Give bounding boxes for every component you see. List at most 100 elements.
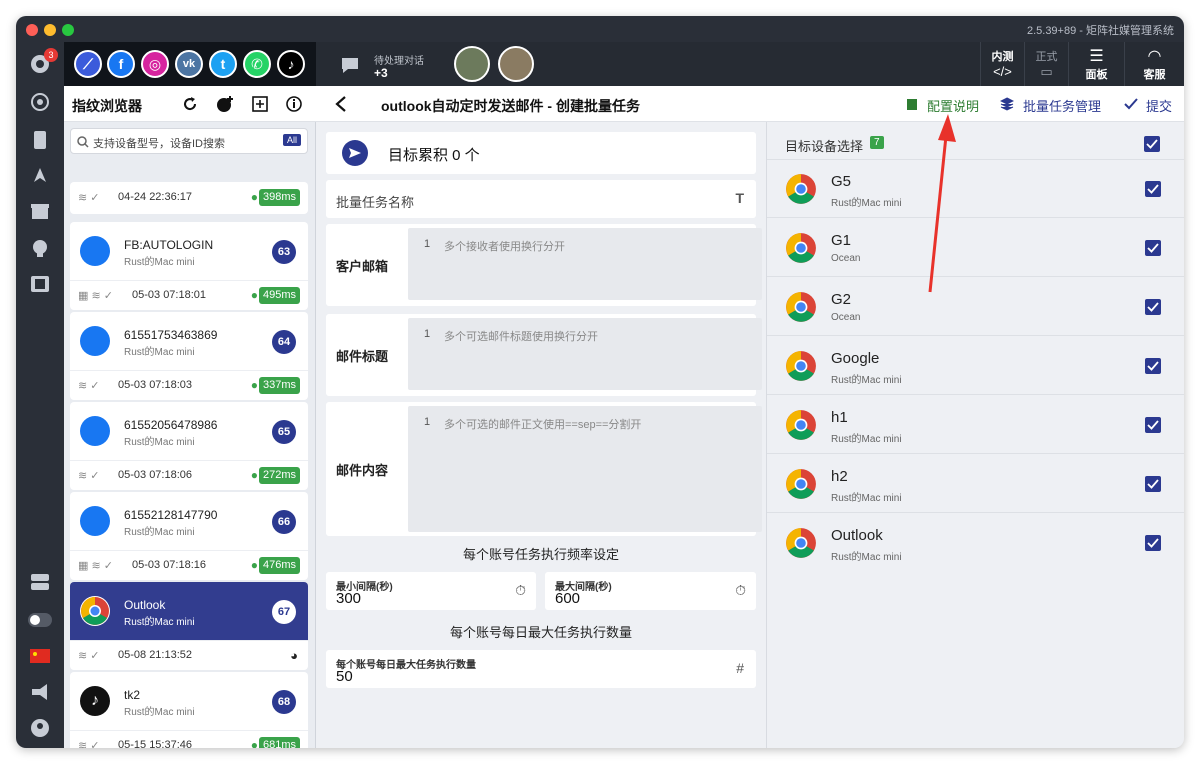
contact-avatar-1[interactable] bbox=[454, 46, 490, 82]
device-name: G2 bbox=[831, 291, 852, 308]
device-owner: Rust的Mac mini bbox=[831, 198, 902, 209]
official-button[interactable]: 正式 ▭ bbox=[1024, 42, 1068, 86]
device-sidebar: 指纹浏览器 支持设备型号，设备ID搜索 All ≋ ✓ 04-24 22:36:… bbox=[64, 86, 316, 748]
device-row[interactable]: Google Rust的Mac mini bbox=[767, 337, 1184, 395]
device-name: Outlook bbox=[831, 527, 883, 544]
target-count: 目标累积 0 个 bbox=[388, 147, 480, 164]
film-icon[interactable] bbox=[28, 272, 52, 296]
brain-icon[interactable] bbox=[28, 236, 52, 260]
user-icon[interactable] bbox=[28, 716, 52, 740]
bluesky-icon[interactable]: ⟋ bbox=[74, 50, 102, 78]
device-card[interactable]: 61552128147790 Rust的Mac mini 66 ▦ ≋ ✓ 05… bbox=[70, 492, 308, 580]
contact-avatar-2[interactable] bbox=[498, 46, 534, 82]
min-interval-field[interactable]: 最小间隔(秒) 300 ⏱ bbox=[326, 572, 536, 610]
select-all-checkbox[interactable] bbox=[1144, 136, 1160, 152]
chrome-icon bbox=[786, 174, 816, 204]
chrome-icon bbox=[786, 233, 816, 263]
browser-icon[interactable] bbox=[28, 90, 52, 114]
filter-all-badge[interactable]: All bbox=[282, 134, 301, 146]
card-owner: Rust的Mac mini bbox=[124, 617, 195, 628]
store-icon[interactable] bbox=[28, 200, 52, 224]
search-placeholder: 支持设备型号，设备ID搜索 bbox=[93, 138, 225, 150]
support-button[interactable]: ◠ 客服 bbox=[1124, 42, 1184, 86]
device-card-selected[interactable]: Outlook Rust的Mac mini 67 ≋ ✓ 05-08 21:13… bbox=[70, 582, 308, 670]
device-card[interactable]: ♪ tk2 Rust的Mac mini 68 ≋ ✓ 05-15 15:37:4… bbox=[70, 672, 308, 748]
refresh-icon[interactable] bbox=[182, 96, 198, 112]
network-icon: ● bbox=[250, 558, 258, 572]
chat-icon[interactable]: 3 bbox=[28, 48, 58, 76]
email-block: 客户邮箱 1 多个接收者使用换行分开 bbox=[326, 224, 762, 306]
device-row[interactable]: h1 Rust的Mac mini bbox=[767, 396, 1184, 454]
device-checkbox[interactable] bbox=[1145, 476, 1161, 492]
device-card[interactable]: 61552056478986 Rust的Mac mini 65 ≋ ✓ 05-0… bbox=[70, 402, 308, 490]
timer-icon: ⏱ bbox=[515, 582, 526, 598]
card-name: 61552128147790 bbox=[124, 508, 218, 522]
device-search[interactable]: 支持设备型号，设备ID搜索 All bbox=[70, 128, 308, 154]
email-label: 客户邮箱 bbox=[336, 259, 389, 274]
latency-badge: 495ms bbox=[258, 287, 300, 304]
device-card[interactable]: 61551753463869 Rust的Mac mini 64 ≋ ✓ 05-0… bbox=[70, 312, 308, 400]
facebook-icon bbox=[80, 416, 110, 446]
annotation-arrow bbox=[928, 114, 956, 293]
max-interval-field[interactable]: 最大间隔(秒) 600 ⏱ bbox=[545, 572, 756, 610]
device-card[interactable]: FB:AUTOLOGIN Rust的Mac mini 63 ▦ ≋ ✓ 05-0… bbox=[70, 222, 308, 310]
max-interval-value: 600 bbox=[555, 590, 581, 607]
device-checkbox[interactable] bbox=[1145, 535, 1161, 551]
megaphone-icon[interactable] bbox=[28, 680, 52, 704]
body-textarea[interactable]: 1 多个可选的邮件正文使用==sep==分割开 bbox=[408, 406, 762, 532]
left-rail: 3 bbox=[16, 42, 64, 748]
daily-max-field[interactable]: 每个账号每日最大任务执行数量 50 # bbox=[326, 650, 756, 688]
chrome-icon bbox=[786, 528, 816, 558]
device-select-title: 目标设备选择 bbox=[785, 139, 864, 154]
theme-toggle[interactable] bbox=[28, 608, 52, 632]
device-row[interactable]: h2 Rust的Mac mini bbox=[767, 455, 1184, 513]
china-flag-icon[interactable] bbox=[28, 644, 52, 668]
server-icon[interactable] bbox=[28, 570, 52, 594]
globe-add-icon[interactable] bbox=[216, 95, 234, 113]
submit-link[interactable]: 提交 bbox=[1146, 96, 1172, 115]
facebook-icon[interactable]: f bbox=[107, 50, 135, 78]
latency-badge: 398ms bbox=[258, 189, 300, 206]
body-placeholder: 多个可选的邮件正文使用==sep==分割开 bbox=[444, 419, 642, 431]
close-window-button[interactable] bbox=[26, 24, 38, 36]
card-number: 63 bbox=[272, 240, 296, 264]
back-chevron-icon[interactable] bbox=[334, 95, 348, 113]
device-checkbox[interactable] bbox=[1145, 240, 1161, 256]
zoom-window-button[interactable] bbox=[62, 24, 74, 36]
vk-icon[interactable]: vk bbox=[175, 50, 203, 78]
panel-button[interactable]: ☰ 面板 bbox=[1068, 42, 1124, 86]
title-bar: 2.5.39+89 - 矩阵社媒管理系统 bbox=[16, 16, 1184, 42]
whatsapp-icon[interactable]: ✆ bbox=[243, 50, 271, 78]
info-icon[interactable] bbox=[286, 96, 302, 112]
task-name-field[interactable]: 批量任务名称 T bbox=[326, 180, 756, 218]
phone-icon[interactable] bbox=[28, 128, 52, 152]
tiktok-icon[interactable]: ♪ bbox=[277, 50, 305, 78]
device-row[interactable]: G5 Rust的Mac mini bbox=[767, 160, 1184, 218]
line-number: 1 bbox=[424, 416, 431, 428]
device-row[interactable]: G2 Ocean bbox=[767, 278, 1184, 336]
latency-badge: 337ms bbox=[258, 377, 300, 394]
instagram-icon[interactable]: ◎ bbox=[141, 50, 169, 78]
device-checkbox[interactable] bbox=[1145, 417, 1161, 433]
subject-textarea[interactable]: 1 多个可选邮件标题使用换行分开 bbox=[408, 318, 762, 390]
twitter-icon[interactable]: t bbox=[209, 50, 237, 78]
device-name: h2 bbox=[831, 468, 848, 485]
hash-icon: # bbox=[736, 660, 744, 676]
device-card[interactable]: ≋ ✓ 04-24 22:36:17 ● 398ms bbox=[70, 182, 308, 214]
target-count-card: 目标累积 0 个 bbox=[326, 132, 756, 174]
minimize-window-button[interactable] bbox=[44, 24, 56, 36]
content-header: outlook自动定时发送邮件 - 创建批量任务 配置说明 批量任务管理 提交 bbox=[316, 86, 1184, 122]
device-checkbox[interactable] bbox=[1145, 358, 1161, 374]
batch-task-manage-link[interactable]: 批量任务管理 bbox=[1023, 96, 1101, 115]
device-checkbox[interactable] bbox=[1145, 299, 1161, 315]
device-row[interactable]: Outlook Rust的Mac mini bbox=[767, 514, 1184, 572]
rocket-icon[interactable] bbox=[28, 164, 52, 188]
email-placeholder: 多个接收者使用换行分开 bbox=[444, 241, 565, 253]
latency-badge: 272ms bbox=[258, 467, 300, 484]
add-square-icon[interactable] bbox=[252, 96, 268, 112]
subject-placeholder: 多个可选邮件标题使用换行分开 bbox=[444, 331, 598, 343]
internal-test-button[interactable]: 内测 </> bbox=[980, 42, 1024, 86]
email-textarea[interactable]: 1 多个接收者使用换行分开 bbox=[408, 228, 762, 300]
device-checkbox[interactable] bbox=[1145, 181, 1161, 197]
device-row[interactable]: G1 Ocean bbox=[767, 219, 1184, 277]
